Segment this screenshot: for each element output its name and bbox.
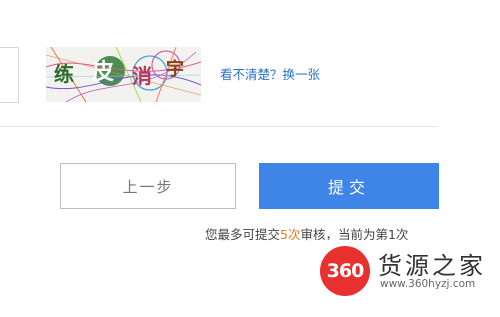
notice-prefix: 您最多可提交 (205, 227, 281, 242)
captcha-input[interactable] (0, 47, 19, 103)
watermark-brand: 货源之家 (378, 252, 486, 280)
refresh-captcha-link[interactable]: 看不清楚？换一张 (220, 64, 320, 83)
captcha-char: 皮 (92, 59, 114, 85)
submit-button[interactable]: 提交 (259, 163, 439, 209)
watermark-url: www.360hyzj.com (380, 278, 476, 290)
captcha-char: 练 (54, 62, 74, 86)
captcha-char: 宇 (166, 58, 184, 80)
watermark-logo: 360 (320, 246, 370, 296)
captcha-image: 练 皮 消 宇 (46, 47, 201, 102)
captcha-char: 消 (132, 64, 152, 88)
notice-count: 5次 (280, 227, 301, 242)
divider (0, 126, 438, 127)
captcha-noise: 练 皮 消 宇 (46, 47, 201, 102)
prev-step-button[interactable]: 上一步 (60, 163, 236, 209)
watermark: 360 货源之家 www.360hyzj.com (312, 240, 500, 302)
